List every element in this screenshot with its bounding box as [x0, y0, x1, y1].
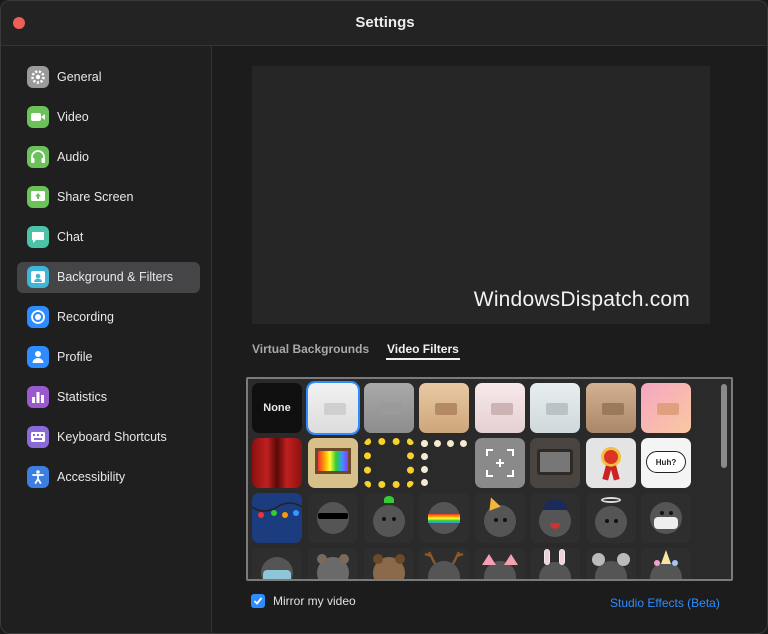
bar-chart-icon — [27, 386, 49, 408]
studio-effects-link[interactable]: Studio Effects (Beta) — [610, 596, 720, 610]
halo-face-filter[interactable] — [586, 493, 636, 543]
video-camera-icon — [27, 106, 49, 128]
sidebar-item-general[interactable]: General — [17, 62, 200, 93]
tab-video-filters[interactable]: Video Filters — [387, 342, 459, 356]
active-tab-indicator — [386, 358, 460, 360]
sidebar-item-chat[interactable]: Chat — [17, 222, 200, 253]
sidebar-item-label: Profile — [57, 350, 93, 364]
sidebar-item-statistics[interactable]: Statistics — [17, 382, 200, 413]
sidebar: General Video Audio Share Screen Chat Ba… — [1, 46, 212, 633]
sidebar-item-label: Recording — [57, 310, 114, 324]
chat-bubble-icon — [27, 226, 49, 248]
bunny-ears-filter[interactable] — [530, 548, 580, 579]
party-hat-face-filter[interactable] — [475, 493, 525, 543]
sidebar-item-label: Share Screen — [57, 190, 134, 204]
filter-none-label: None — [263, 402, 291, 414]
sidebar-item-label: Background & Filters — [57, 270, 174, 284]
rainbow-face-filter[interactable] — [419, 493, 469, 543]
speech-bubble-text: Huh? — [646, 451, 686, 473]
sidebar-item-label: Accessibility — [57, 470, 126, 484]
video-filters-grid: None Huh? — [246, 377, 733, 581]
record-icon — [27, 306, 49, 328]
theater-curtain-filter[interactable] — [252, 438, 302, 488]
gear-icon — [27, 66, 49, 88]
sidebar-item-keyboard-shortcuts[interactable]: Keyboard Shortcuts — [17, 422, 200, 453]
pig-ears-filter[interactable] — [475, 548, 525, 579]
sidebar-item-video[interactable]: Video — [17, 102, 200, 133]
peach-room-filter[interactable] — [419, 383, 469, 433]
string-lights-filter[interactable] — [252, 493, 302, 543]
tab-virtual-backgrounds[interactable]: Virtual Backgrounds — [252, 342, 369, 356]
retro-tv-filter[interactable] — [308, 438, 358, 488]
light-bulb-frame-filter[interactable] — [419, 438, 469, 488]
sidebar-item-share-screen[interactable]: Share Screen — [17, 182, 200, 213]
sidebar-item-profile[interactable]: Profile — [17, 342, 200, 373]
brown-bear-filter[interactable] — [364, 548, 414, 579]
medical-mask-face-filter[interactable] — [252, 548, 302, 579]
window-title: Settings — [355, 14, 415, 31]
checkmark-icon — [253, 597, 263, 605]
pink-room-filter[interactable] — [475, 383, 525, 433]
emoji-frame-filter[interactable] — [364, 438, 414, 488]
share-screen-icon — [27, 186, 49, 208]
viewfinder-filter[interactable] — [475, 438, 525, 488]
white-room-filter[interactable] — [306, 381, 360, 435]
keyboard-icon — [27, 426, 49, 448]
settings-window: Settings General Video Audio Share Scree… — [0, 0, 768, 634]
scrollbar-thumb[interactable] — [721, 384, 727, 468]
sidebar-item-label: Keyboard Shortcuts — [57, 430, 167, 444]
tan-room-filter[interactable] — [586, 383, 636, 433]
sidebar-item-recording[interactable]: Recording — [17, 302, 200, 333]
sidebar-item-label: General — [57, 70, 102, 84]
mirror-video-checkbox[interactable] — [251, 594, 265, 608]
award-ribbon-filter[interactable] — [586, 438, 636, 488]
sidebar-item-background-filters[interactable]: Background & Filters — [17, 262, 200, 293]
unicorn-horn-filter[interactable] — [641, 548, 691, 579]
old-tv-filter[interactable] — [530, 438, 580, 488]
title-bar: Settings — [1, 1, 767, 46]
sidebar-item-accessibility[interactable]: Accessibility — [17, 462, 200, 493]
reindeer-antlers-filter[interactable] — [419, 548, 469, 579]
sprout-face-filter[interactable] — [364, 493, 414, 543]
mouse-ears-filter[interactable] — [586, 548, 636, 579]
mask-face-filter[interactable] — [641, 493, 691, 543]
light-blue-room-filter[interactable] — [530, 383, 580, 433]
sidebar-item-audio[interactable]: Audio — [17, 142, 200, 173]
headphones-icon — [27, 146, 49, 168]
sunglasses-face-filter[interactable] — [308, 493, 358, 543]
gray-room-filter[interactable] — [364, 383, 414, 433]
accessibility-icon — [27, 466, 49, 488]
video-preview: WindowsDispatch.com — [252, 66, 710, 324]
filter-none[interactable]: None — [252, 383, 302, 433]
mirror-video-label: Mirror my video — [273, 594, 356, 608]
watermark-text: WindowsDispatch.com — [473, 288, 690, 311]
speech-bubble-filter[interactable]: Huh? — [641, 438, 691, 488]
person-icon — [27, 346, 49, 368]
background-icon — [27, 266, 49, 288]
sidebar-item-label: Video — [57, 110, 89, 124]
bear-ears-filter[interactable] — [308, 548, 358, 579]
cap-face-filter[interactable] — [530, 493, 580, 543]
pastel-gradient-room-filter[interactable] — [641, 383, 691, 433]
sidebar-item-label: Audio — [57, 150, 89, 164]
sidebar-item-label: Statistics — [57, 390, 108, 404]
sidebar-item-label: Chat — [57, 230, 84, 244]
